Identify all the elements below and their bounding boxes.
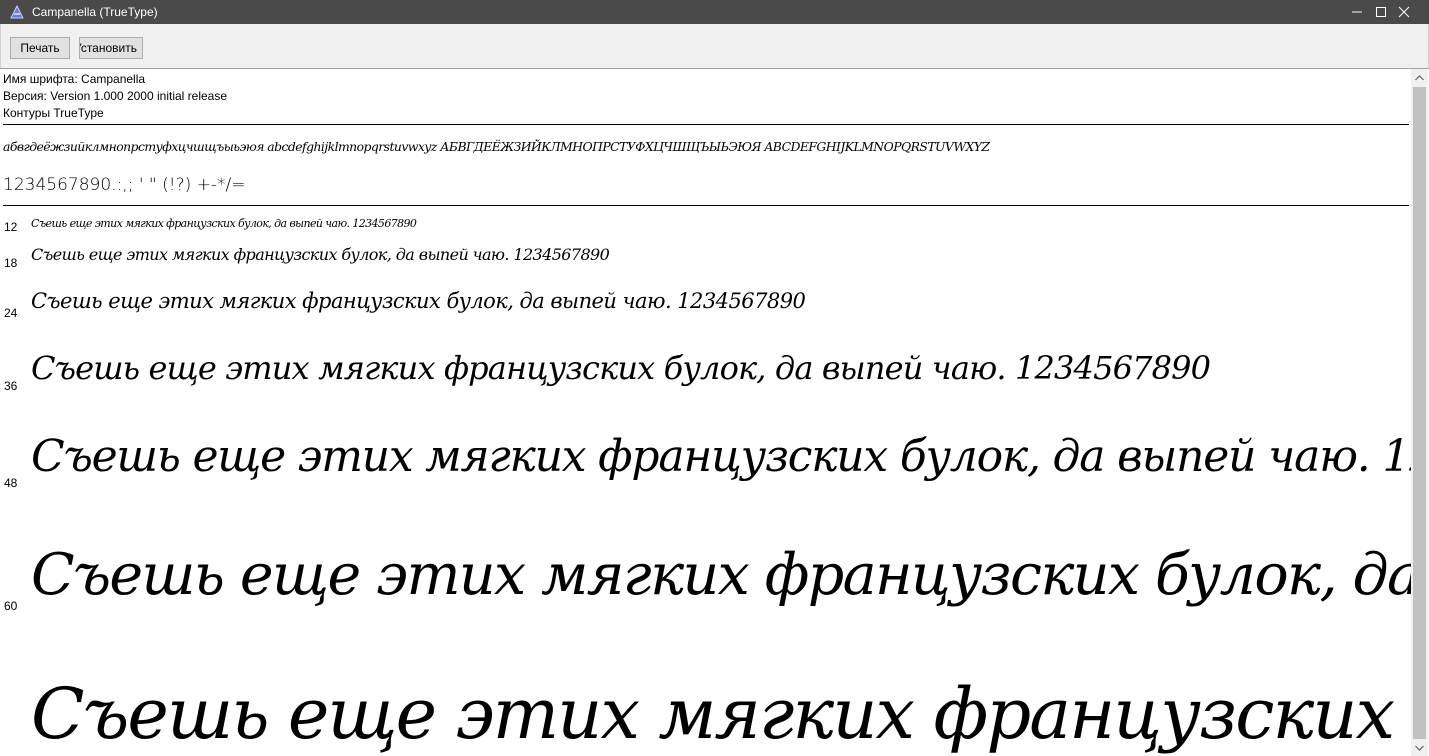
sample-text: Съешь еще этих мягких французских булок,… — [31, 245, 610, 264]
chevron-down-icon — [1415, 745, 1424, 751]
charset-letters: абвгдеёжзийклмнопрстуфхцчшщъыьэюя abcdef… — [3, 139, 990, 154]
font-version-line: Версия: Version 1.000 2000 initial relea… — [3, 89, 228, 103]
divider-bottom — [3, 205, 1409, 206]
font-name-line: Имя шрифта: Campanella — [3, 72, 146, 86]
font-outline-line: Контуры TrueType — [3, 106, 104, 120]
vertical-scrollbar[interactable] — [1411, 69, 1428, 756]
print-button[interactable]: Печать — [10, 37, 70, 59]
divider-top — [3, 124, 1409, 125]
size-label: 18 — [4, 256, 18, 270]
size-label: 12 — [4, 220, 18, 234]
sample-text: Съешь еще этих мягких французских булок,… — [31, 349, 1211, 387]
install-button-label: Установить — [79, 41, 137, 55]
size-label: 36 — [4, 379, 18, 393]
size-label: 24 — [4, 306, 18, 320]
title-bar[interactable]: Campanella (TrueType) — [0, 0, 1429, 24]
size-label: 48 — [4, 476, 18, 490]
toolbar: Печать Установить — [0, 24, 1429, 68]
scroll-down-button[interactable] — [1411, 739, 1428, 756]
sample-text: Съешь еще этих мягких французских булок,… — [31, 217, 417, 230]
chevron-up-icon — [1415, 74, 1424, 80]
charset-digits: 1234567890.:,; ' " (!?) +-*/= — [3, 175, 246, 195]
install-button[interactable]: Установить — [79, 37, 143, 59]
close-icon — [1398, 6, 1410, 18]
font-file-icon — [9, 4, 25, 20]
close-button[interactable] — [1381, 0, 1427, 24]
font-preview-area[interactable]: Имя шрифта: Campanella Версия: Version 1… — [0, 69, 1411, 756]
window-title: Campanella (TrueType) — [32, 5, 158, 19]
scrollbar-thumb[interactable] — [1413, 87, 1426, 739]
sample-text: Съешь еще этих мягких французских булок,… — [31, 289, 806, 313]
scroll-up-button[interactable] — [1411, 69, 1428, 86]
sample-text: Съешь еще этих мягких французских булок,… — [31, 542, 1411, 608]
sample-text: Съешь еще этих мягких французских булок,… — [31, 431, 1411, 482]
maximize[interactable] — [1335, 0, 1386, 24]
sample-text: Съешь еще этих мягких французских булок,… — [31, 673, 1411, 755]
size-label: 60 — [4, 599, 18, 613]
